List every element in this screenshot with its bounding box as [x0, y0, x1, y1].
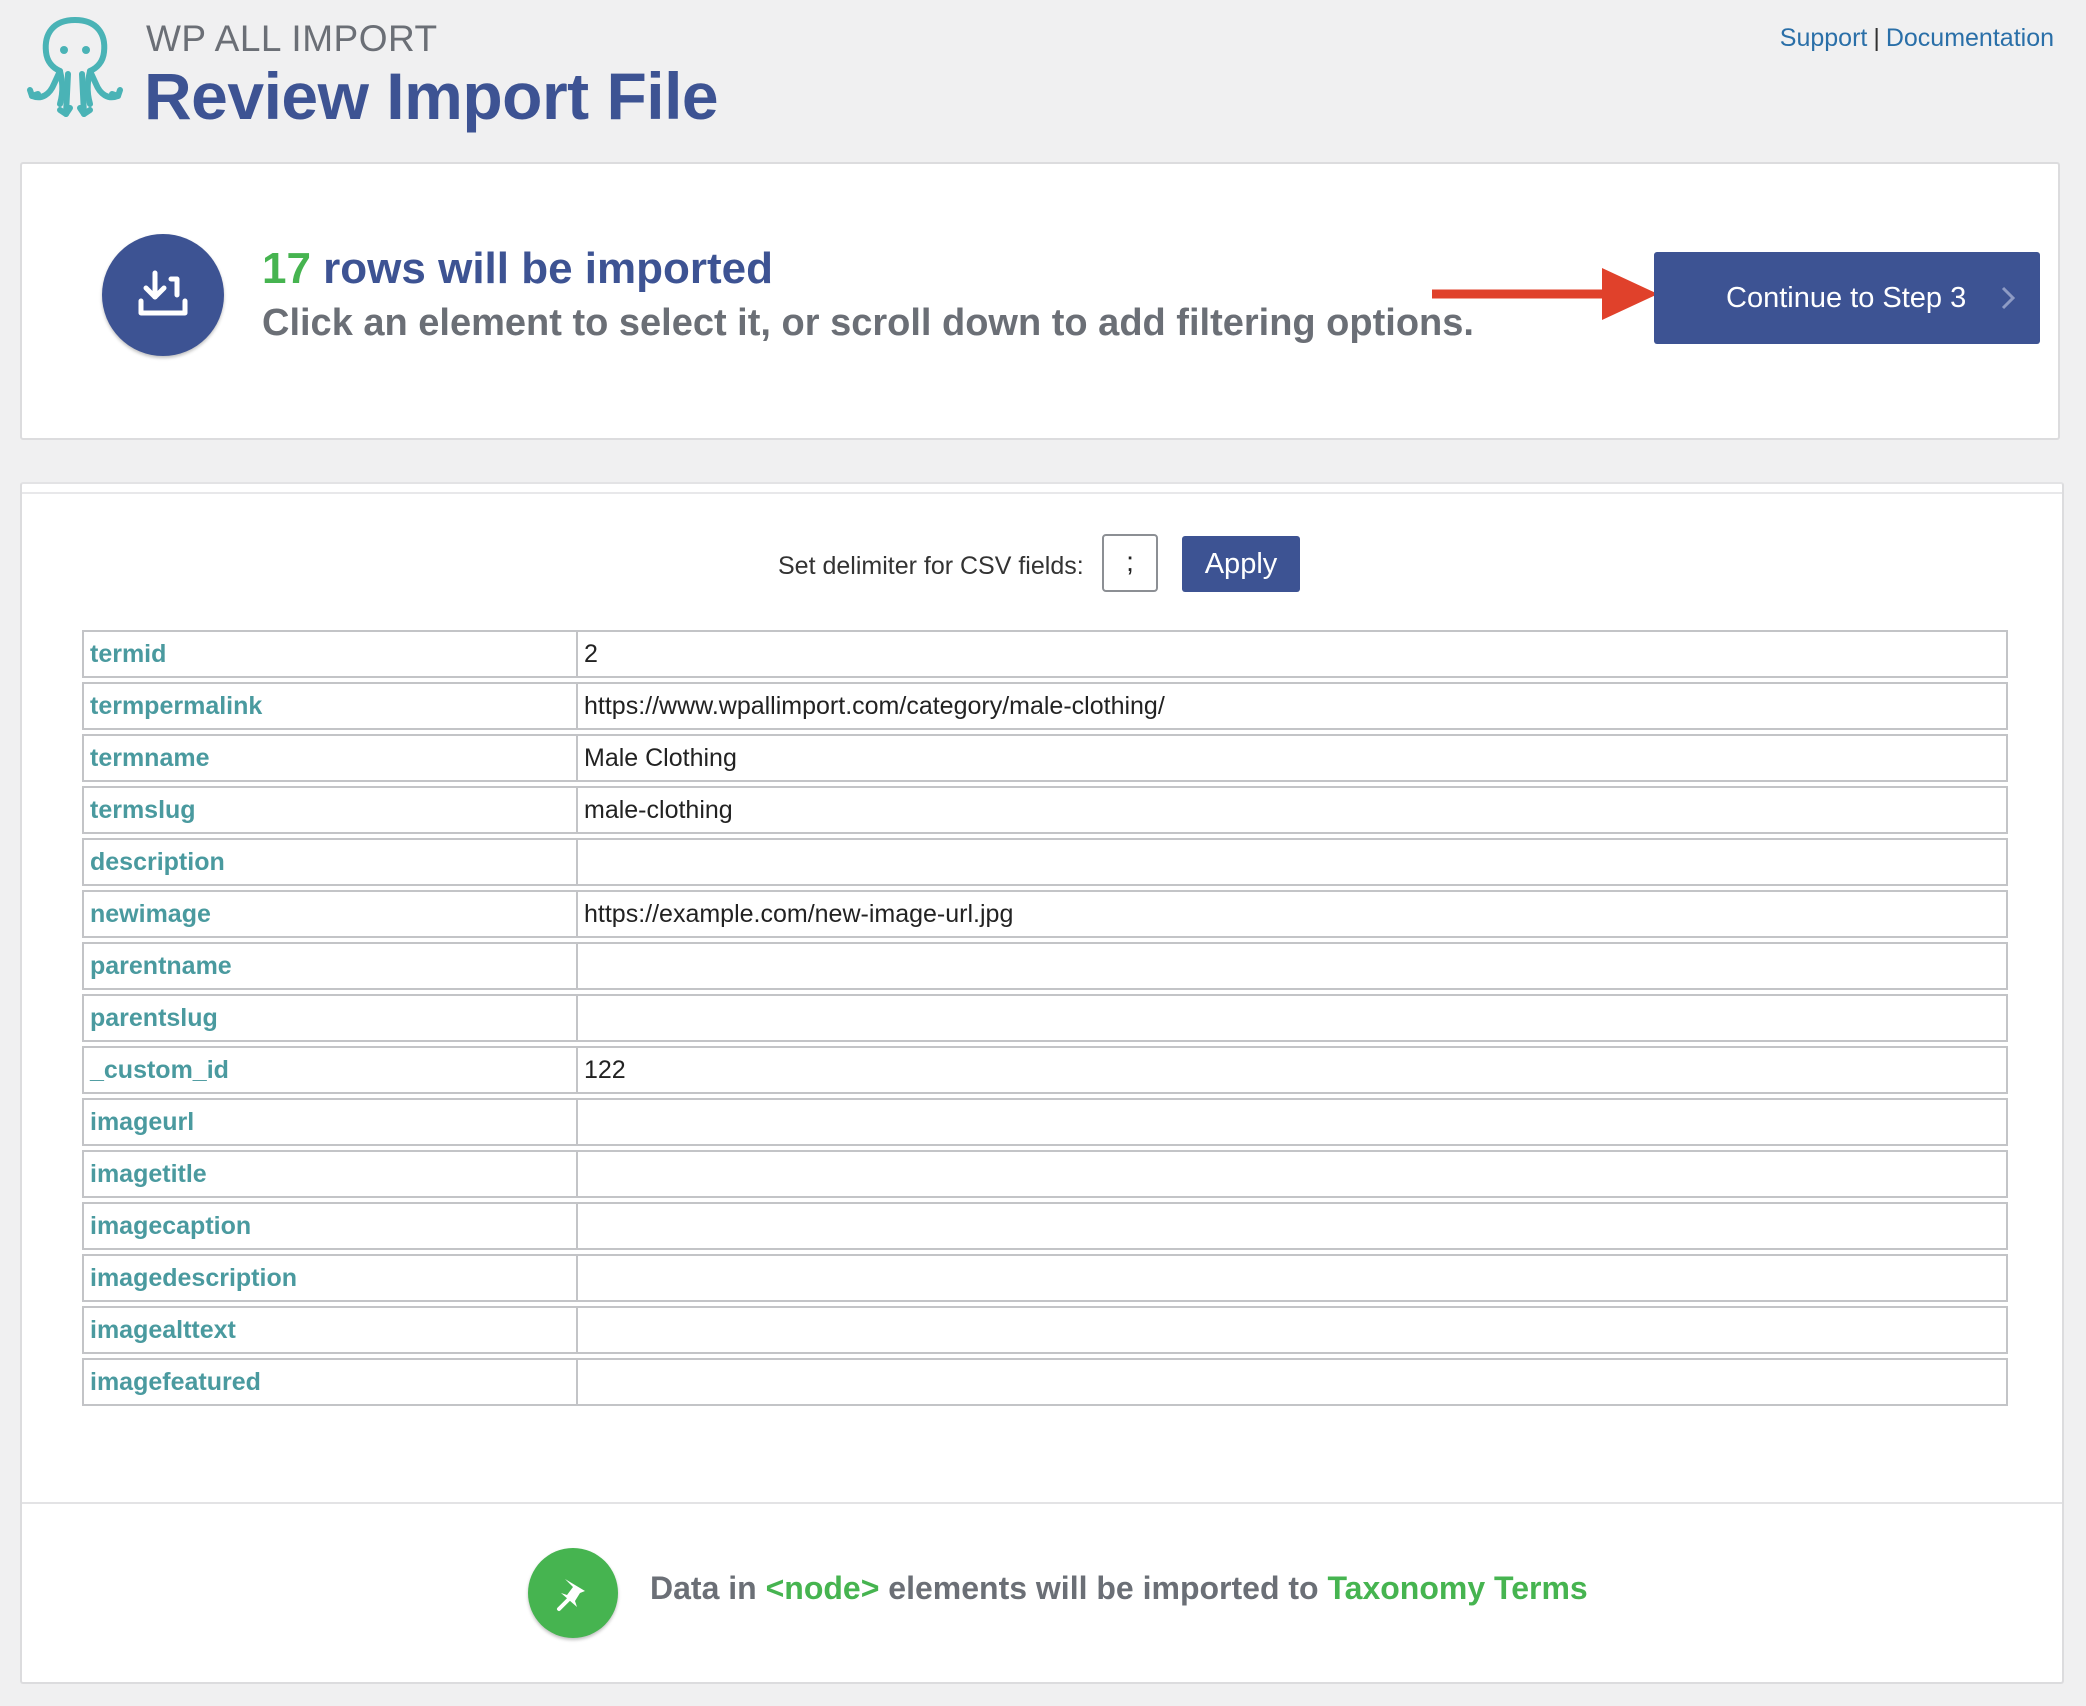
element-value[interactable] [578, 942, 2008, 990]
table-row[interactable]: imagetitle [82, 1150, 2008, 1198]
element-value[interactable] [578, 994, 2008, 1042]
import-target-text: Data in <node> elements will be imported… [650, 1570, 1588, 1607]
element-key[interactable]: description [82, 838, 578, 886]
element-key[interactable]: imageurl [82, 1098, 578, 1146]
element-value[interactable]: Male Clothing [578, 734, 2008, 782]
element-key[interactable]: newimage [82, 890, 578, 938]
table-row[interactable]: imagecaption [82, 1202, 2008, 1250]
link-separator: | [1873, 24, 1880, 52]
rows-headline-text: rows will be imported [310, 244, 774, 293]
chevron-right-icon [2000, 285, 2016, 319]
delimiter-input[interactable]: ; [1102, 534, 1158, 592]
continue-to-step-3-button[interactable]: Continue to Step 3 [1654, 252, 2040, 344]
top-links: Support | Documentation [1780, 24, 2054, 53]
element-value[interactable]: 2 [578, 630, 2008, 678]
element-value[interactable]: https://www.wpallimport.com/category/mal… [578, 682, 2008, 730]
table-row[interactable]: parentslug [82, 994, 2008, 1042]
rows-headline: 17 rows will be imported [262, 244, 773, 294]
node-tag: <node> [765, 1570, 880, 1606]
table-row[interactable]: termname Male Clothing [82, 734, 2008, 782]
brand-name: WP ALL IMPORT [146, 18, 438, 59]
table-row[interactable]: _custom_id 122 [82, 1046, 2008, 1094]
table-row[interactable]: termid 2 [82, 630, 2008, 678]
table-row[interactable]: newimage https://example.com/new-image-ur… [82, 890, 2008, 938]
element-value[interactable]: https://example.com/new-image-url.jpg [578, 890, 2008, 938]
element-key[interactable]: parentslug [82, 994, 578, 1042]
table-row[interactable]: parentname [82, 942, 2008, 990]
support-link[interactable]: Support [1780, 24, 1868, 52]
element-value[interactable] [578, 1150, 2008, 1198]
table-row[interactable]: description [82, 838, 2008, 886]
table-row[interactable]: imageurl [82, 1098, 2008, 1146]
element-value[interactable] [578, 1358, 2008, 1406]
footer-prefix: Data in [650, 1570, 766, 1606]
element-value[interactable]: 122 [578, 1046, 2008, 1094]
import-icon [102, 234, 224, 356]
element-value[interactable]: male-clothing [578, 786, 2008, 834]
element-key[interactable]: parentname [82, 942, 578, 990]
table-row[interactable]: imagedescription [82, 1254, 2008, 1302]
element-key[interactable]: termpermalink [82, 682, 578, 730]
red-arrow-icon [1432, 264, 1662, 329]
table-row[interactable]: termslug male-clothing [82, 786, 2008, 834]
element-key[interactable]: imagedescription [82, 1254, 578, 1302]
wp-all-import-logo-icon [20, 14, 130, 129]
import-target: Taxonomy Terms [1327, 1570, 1588, 1606]
page-header: WP ALL IMPORT Review Import File Support… [0, 0, 2086, 150]
element-value[interactable] [578, 838, 2008, 886]
page-title: Review Import File [144, 59, 719, 133]
table-row[interactable]: imagefeatured [82, 1358, 2008, 1406]
divider [22, 492, 2062, 494]
element-value[interactable] [578, 1254, 2008, 1302]
element-key[interactable]: imagefeatured [82, 1358, 578, 1406]
pin-icon [528, 1548, 618, 1638]
element-value[interactable] [578, 1306, 2008, 1354]
element-key[interactable]: termname [82, 734, 578, 782]
row-count: 17 [262, 244, 311, 293]
element-key[interactable]: _custom_id [82, 1046, 578, 1094]
data-preview-card: Set delimiter for CSV fields: ; Apply te… [20, 482, 2064, 1684]
table-row[interactable]: imagealttext [82, 1306, 2008, 1354]
divider [22, 1502, 2062, 1504]
element-key[interactable]: imagecaption [82, 1202, 578, 1250]
element-table: termid 2 termpermalink https://www.wpallimp… [82, 626, 2008, 1410]
import-summary-card: 17 rows will be imported Click an elemen… [20, 162, 2060, 440]
element-key[interactable]: imagetitle [82, 1150, 578, 1198]
delimiter-row: Set delimiter for CSV fields: ; Apply [22, 534, 2062, 594]
element-key[interactable]: imagealttext [82, 1306, 578, 1354]
continue-button-label: Continue to Step 3 [1726, 281, 1967, 314]
element-value[interactable] [578, 1098, 2008, 1146]
footer-middle: elements will be imported to [879, 1570, 1328, 1606]
documentation-link[interactable]: Documentation [1886, 24, 2054, 52]
delimiter-label: Set delimiter for CSV fields: [778, 552, 1084, 580]
element-key[interactable]: termid [82, 630, 578, 678]
element-value[interactable] [578, 1202, 2008, 1250]
table-row[interactable]: termpermalink https://www.wpallimport.com… [82, 682, 2008, 730]
apply-button[interactable]: Apply [1182, 536, 1300, 592]
instruction-text: Click an element to select it, or scroll… [262, 302, 1474, 344]
element-key[interactable]: termslug [82, 786, 578, 834]
